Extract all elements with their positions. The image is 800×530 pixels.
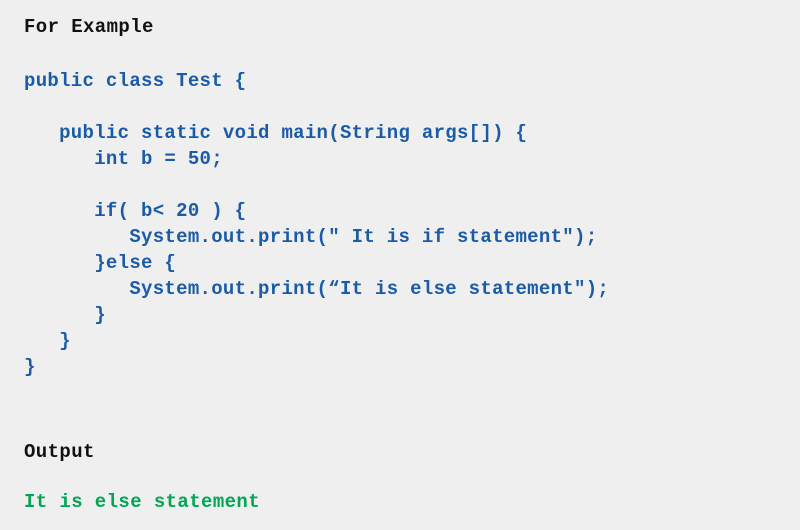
code-line: } [24, 304, 106, 326]
program-output: It is else statement [24, 491, 261, 513]
code-line: } [24, 356, 36, 378]
code-line: System.out.print(“It is else statement")… [24, 278, 610, 300]
example-page: For Example public class Test { public s… [0, 0, 800, 530]
code-line: int b = 50; [24, 148, 223, 170]
output-heading: Output [24, 441, 95, 463]
code-line: public class Test { [24, 70, 247, 92]
code-line: }else { [24, 252, 177, 274]
code-line: public static void main(String args[]) { [24, 122, 528, 144]
code-line: if( b< 20 ) { [24, 200, 247, 222]
code-line: System.out.print(" It is if statement"); [24, 226, 598, 248]
code-line: } [24, 330, 71, 352]
java-code-block: public class Test { public static void m… [24, 68, 609, 380]
page-title: For Example [24, 16, 154, 38]
